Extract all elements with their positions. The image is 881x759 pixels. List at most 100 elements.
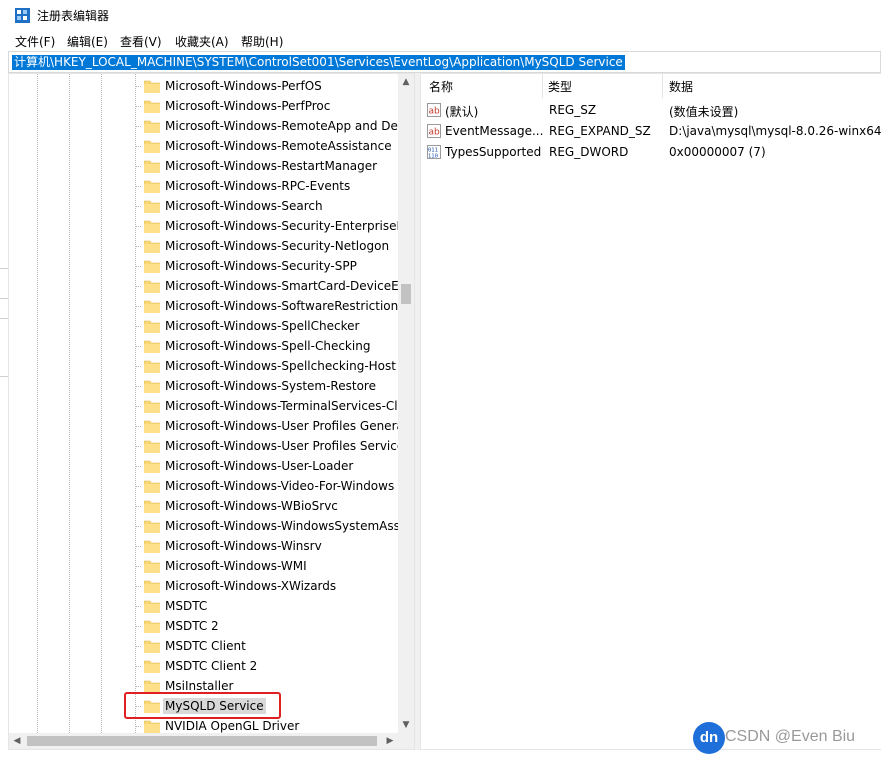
tree-horizontal-scrollbar[interactable]: ◀ ▶ [9,733,398,749]
tree-item[interactable]: MsiInstaller [135,676,411,696]
column-separator[interactable] [542,74,543,98]
tree-item-label: Microsoft-Windows-Video-For-Windows [165,479,395,493]
folder-icon [143,679,161,694]
folder-icon [143,339,161,354]
tree-item[interactable]: Microsoft-Windows-RemoteApp and De [135,116,411,136]
value-row[interactable]: ab (默认) REG_SZ (数值未设置) [421,100,881,121]
tree-item[interactable]: Microsoft-Windows-User Profiles Genera [135,416,411,436]
tree-item[interactable]: Microsoft-Windows-Security-SPP [135,256,411,276]
tree-horizontal-scroll-thumb[interactable] [27,736,377,746]
tree-item[interactable]: Microsoft-Windows-Spellchecking-Host [135,356,411,376]
tree-item[interactable]: MSDTC [135,596,411,616]
tree-item-label: Microsoft-Windows-RemoteApp and De [165,119,398,133]
tree-item[interactable]: Microsoft-Windows-Spell-Checking [135,336,411,356]
tree-connector [135,486,141,487]
watermark-text: CSDN @Even Biu [725,728,856,745]
tree-connector [135,366,141,367]
scroll-up-arrow-icon[interactable]: ▲ [398,74,414,90]
tree-item-label: Microsoft-Windows-WindowsSystemAsse [165,519,408,533]
tree-vertical-scrollbar[interactable]: ▲ ▼ [398,74,414,733]
tree-item[interactable]: Microsoft-Windows-RestartManager [135,156,411,176]
menu-favorites[interactable]: 收藏夹(A) [175,33,229,50]
column-header-data[interactable]: 数据 [669,78,693,95]
tree-item[interactable]: Microsoft-Windows-Winsrv [135,536,411,556]
folder-icon [143,459,161,474]
tree-item[interactable]: Microsoft-Windows-Security-Netlogon [135,236,411,256]
column-header-type[interactable]: 类型 [548,78,572,95]
tree-connector [135,86,141,87]
value-row[interactable]: ab EventMessage... REG_EXPAND_SZ D:\java\my… [421,121,881,142]
folder-icon [143,319,161,334]
column-separator[interactable] [662,74,663,98]
tree-connector [135,326,141,327]
tree-item-label: Microsoft-Windows-SpellChecker [165,319,360,333]
tree-item[interactable]: Microsoft-Windows-PerfProc [135,96,411,116]
tree-item-label: Microsoft-Windows-WMI [165,559,307,573]
values-pane[interactable]: 名称 类型 数据 ab (默认) REG_SZ (数值未设置) ab EventMessa… [420,73,881,750]
value-type: REG_EXPAND_SZ [549,124,651,138]
tree-item[interactable]: Microsoft-Windows-SmartCard-DeviceEr [135,276,411,296]
tree-connector [135,126,141,127]
tree-item[interactable]: Microsoft-Windows-SoftwareRestrictionF [135,296,411,316]
tree-item[interactable]: MySQLD Service [135,696,411,716]
tree-item[interactable]: Microsoft-Windows-WindowsSystemAsse [135,516,411,536]
tree-item[interactable]: MSDTC Client [135,636,411,656]
tree-item[interactable]: Microsoft-Windows-User Profiles Service [135,436,411,456]
value-row[interactable]: 011 110 TypesSupported REG_DWORD 0x00000007 … [421,142,881,163]
tree-item-label: MsiInstaller [165,679,234,693]
tree-connector [135,386,141,387]
menu-help[interactable]: 帮助(H) [241,33,283,50]
folder-icon [143,439,161,454]
scroll-down-arrow-icon[interactable]: ▼ [398,717,414,733]
tree-item[interactable]: Microsoft-Windows-Security-EnterpriseD [135,216,411,236]
tree-item[interactable]: Microsoft-Windows-User-Loader [135,456,411,476]
tree-item[interactable]: MSDTC 2 [135,616,411,636]
tree-connector [135,306,141,307]
tree-item[interactable]: Microsoft-Windows-TerminalServices-Cli [135,396,411,416]
tree-item[interactable]: Microsoft-Windows-System-Restore [135,376,411,396]
folder-icon [143,539,161,554]
tree-connector [135,346,141,347]
tree-item-label: Microsoft-Windows-System-Restore [165,379,376,393]
folder-icon [143,479,161,494]
tree-item[interactable]: Microsoft-Windows-Video-For-Windows [135,476,411,496]
tree-item[interactable]: Microsoft-Windows-RPC-Events [135,176,411,196]
tree-item[interactable]: Microsoft-Windows-RemoteAssistance [135,136,411,156]
tree-connector [135,466,141,467]
tree-item[interactable]: Microsoft-Windows-XWizards [135,576,411,596]
value-name: (默认) [445,105,479,119]
key-tree-pane[interactable]: Microsoft-Windows-PerfOS Microsoft-Window… [8,73,415,750]
value-data: (数值未设置) [669,105,739,119]
tree-connector [135,626,141,627]
menu-file[interactable]: 文件(F) [15,33,55,50]
tree-item[interactable]: Microsoft-Windows-Search [135,196,411,216]
tree-item[interactable]: Microsoft-Windows-WMI [135,556,411,576]
tree-connector [135,526,141,527]
value-name: EventMessage... [445,124,544,138]
folder-icon [143,379,161,394]
tree-item[interactable]: Microsoft-Windows-SpellChecker [135,316,411,336]
address-path[interactable]: 计算机\HKEY_LOCAL_MACHINE\SYSTEM\ControlSet… [12,55,625,70]
folder-icon [143,519,161,534]
column-header-name[interactable]: 名称 [429,78,453,95]
tree-item[interactable]: Microsoft-Windows-WBioSrvc [135,496,411,516]
scroll-left-arrow-icon[interactable]: ◀ [9,733,25,749]
scroll-right-arrow-icon[interactable]: ▶ [382,733,398,749]
folder-icon [143,659,161,674]
tree-item-label: Microsoft-Windows-RPC-Events [165,179,351,193]
tree-vertical-scroll-thumb[interactable] [401,284,411,304]
menu-edit[interactable]: 编辑(E) [67,33,108,50]
value-data: D:\java\mysql\mysql-8.0.26-winx64\b [669,124,881,138]
menu-view[interactable]: 查看(V) [120,33,162,50]
tree-connector [135,286,141,287]
tree-item-label: Microsoft-Windows-User Profiles Genera [165,419,404,433]
tree-connector [135,646,141,647]
tree-item[interactable]: MSDTC Client 2 [135,656,411,676]
tree-guide-line [69,74,70,749]
tree-item-label: Microsoft-Windows-Winsrv [165,539,322,553]
string-value-icon: ab [427,124,441,138]
folder-icon [143,699,161,714]
address-bar[interactable]: 计算机\HKEY_LOCAL_MACHINE\SYSTEM\ControlSet… [8,51,881,73]
tree-item[interactable]: Microsoft-Windows-PerfOS [135,76,411,96]
folder-icon [143,259,161,274]
